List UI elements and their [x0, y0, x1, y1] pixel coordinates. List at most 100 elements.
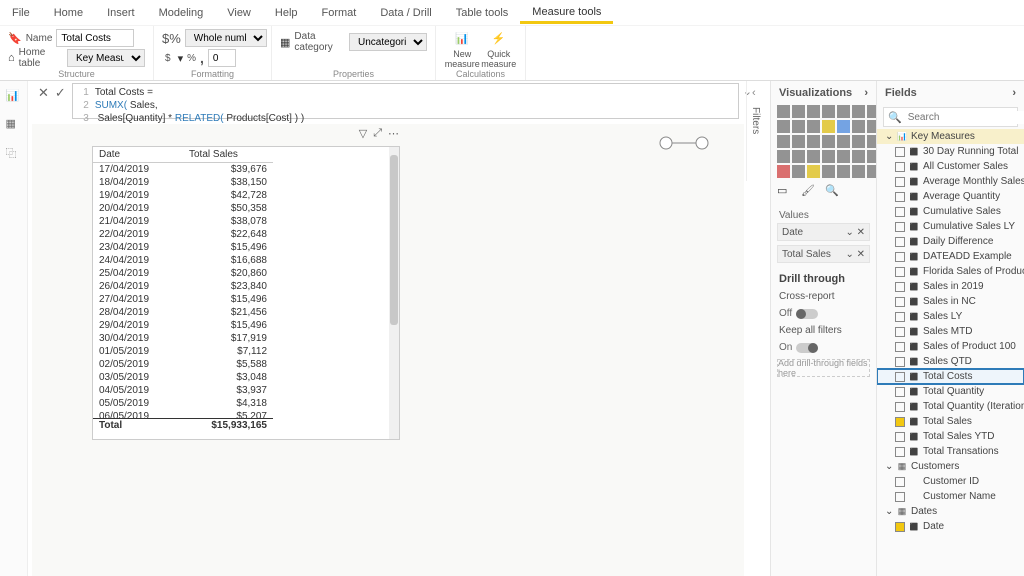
viz-type-icon[interactable]	[822, 165, 835, 178]
table-scrollbar[interactable]	[389, 147, 399, 439]
cross-report-toggle[interactable]: Off	[771, 306, 876, 321]
checkbox[interactable]	[895, 282, 905, 292]
chevron-right-icon[interactable]: ›	[1012, 87, 1016, 99]
checkbox[interactable]	[895, 447, 905, 457]
viz-type-icon[interactable]	[837, 165, 850, 178]
field-group-dates[interactable]: ⌄Dates	[877, 504, 1024, 519]
table-visual[interactable]: ▽ ⤢ ⋯ Date Total Sales 17/04/2019$39,676…	[92, 146, 400, 440]
well-total-sales[interactable]: Total Sales⌄ ✕	[777, 245, 870, 263]
menu-format[interactable]: Format	[310, 2, 369, 24]
table-row[interactable]: 05/05/2019$4,318	[93, 397, 273, 410]
field-average-monthly-sales[interactable]: Average Monthly Sales	[877, 174, 1024, 189]
table-row[interactable]: 18/04/2019$38,150	[93, 176, 273, 189]
field-customer-name[interactable]: Customer Name	[877, 489, 1024, 504]
field-all-customer-sales[interactable]: All Customer Sales	[877, 159, 1024, 174]
viz-type-icon[interactable]	[852, 105, 865, 118]
viz-type-icon[interactable]	[792, 120, 805, 133]
checkbox[interactable]	[895, 177, 905, 187]
percent-btn[interactable]: %	[187, 53, 196, 64]
keep-filters-toggle[interactable]: On	[771, 340, 876, 355]
field-customer-id[interactable]: Customer ID	[877, 474, 1024, 489]
viz-type-icon[interactable]	[807, 120, 820, 133]
checkbox[interactable]	[895, 237, 905, 247]
menu-help[interactable]: Help	[263, 2, 310, 24]
table-row[interactable]: 19/04/2019$42,728	[93, 189, 273, 202]
checkbox[interactable]	[895, 327, 905, 337]
field-dateadd-example[interactable]: DATEADD Example	[877, 249, 1024, 264]
viz-type-icon[interactable]	[777, 135, 790, 148]
analytics-tab-icon[interactable]: 🔍	[825, 184, 841, 200]
field-sales-ly[interactable]: Sales LY	[877, 309, 1024, 324]
viz-type-icon[interactable]	[822, 135, 835, 148]
commit-formula-icon[interactable]: ✓	[55, 85, 66, 117]
data-view-icon[interactable]: ▦	[6, 117, 22, 133]
viz-type-icon[interactable]	[792, 165, 805, 178]
table-row[interactable]: 26/04/2019$23,840	[93, 280, 273, 293]
field-sales-mtd[interactable]: Sales MTD	[877, 324, 1024, 339]
checkbox[interactable]	[895, 387, 905, 397]
viz-type-icon[interactable]	[792, 150, 805, 163]
checkbox[interactable]	[895, 492, 905, 502]
field-sales-of-product-100[interactable]: Sales of Product 100	[877, 339, 1024, 354]
viz-type-icon[interactable]	[852, 135, 865, 148]
table-row[interactable]: 21/04/2019$38,078	[93, 215, 273, 228]
viz-type-icon[interactable]	[807, 135, 820, 148]
table-row[interactable]: 03/05/2019$3,048	[93, 371, 273, 384]
field-total-quantity-iteration-[interactable]: Total Quantity (Iteration)	[877, 399, 1024, 414]
field-cumulative-sales[interactable]: Cumulative Sales	[877, 204, 1024, 219]
fields-search[interactable]: 🔍	[883, 107, 1018, 127]
checkbox[interactable]	[895, 432, 905, 442]
viz-type-icon[interactable]	[792, 135, 805, 148]
checkbox[interactable]	[895, 417, 905, 427]
field-30-day-running-total[interactable]: 30 Day Running Total	[877, 144, 1024, 159]
viz-type-icon[interactable]	[852, 150, 865, 163]
decimals-input[interactable]	[208, 49, 236, 67]
focus-mode-icon[interactable]: ⤢	[373, 127, 382, 140]
viz-type-icon[interactable]	[852, 120, 865, 133]
field-group-key-measures[interactable]: ⌄Key Measures	[877, 129, 1024, 144]
menu-modeling[interactable]: Modeling	[147, 2, 216, 24]
viz-type-icon[interactable]	[837, 150, 850, 163]
table-row[interactable]: 17/04/2019$39,676	[93, 163, 273, 176]
search-input[interactable]	[906, 111, 1024, 124]
menu-measure-tools[interactable]: Measure tools	[520, 1, 613, 24]
menu-home[interactable]: Home	[42, 2, 95, 24]
viz-type-icon[interactable]	[777, 165, 790, 178]
table-row[interactable]: 29/04/2019$15,496	[93, 319, 273, 332]
well-date[interactable]: Date⌄ ✕	[777, 223, 870, 241]
viz-type-icon[interactable]	[822, 150, 835, 163]
checkbox[interactable]	[895, 402, 905, 412]
format-tab-icon[interactable]: 🖌	[801, 184, 817, 200]
field-daily-difference[interactable]: Daily Difference	[877, 234, 1024, 249]
col-header-date[interactable]: Date	[93, 147, 183, 163]
drill-drop-zone[interactable]: Add drill-through fields here	[777, 359, 870, 377]
checkbox[interactable]	[895, 357, 905, 367]
viz-type-icon[interactable]	[837, 105, 850, 118]
field-group-customers[interactable]: ⌄Customers	[877, 459, 1024, 474]
field-total-sales-ytd[interactable]: Total Sales YTD	[877, 429, 1024, 444]
field-cumulative-sales-ly[interactable]: Cumulative Sales LY	[877, 219, 1024, 234]
slicer-visual[interactable]	[654, 134, 714, 152]
checkbox[interactable]	[895, 222, 905, 232]
viz-type-icon[interactable]	[822, 120, 835, 133]
menu-data-drill[interactable]: Data / Drill	[368, 2, 443, 24]
field-florida-sales-of-product-2-[interactable]: Florida Sales of Product 2 ...	[877, 264, 1024, 279]
more-options-icon[interactable]: ⋯	[388, 127, 399, 140]
table-row[interactable]: 04/05/2019$3,937	[93, 384, 273, 397]
menu-file[interactable]: File	[0, 2, 42, 24]
viz-type-icon[interactable]	[837, 135, 850, 148]
model-view-icon[interactable]: ⿻	[6, 145, 22, 161]
checkbox[interactable]	[895, 162, 905, 172]
field-total-transations[interactable]: Total Transations	[877, 444, 1024, 459]
viz-type-icon[interactable]	[852, 165, 865, 178]
formula-editor[interactable]: 1Total Costs = 2SUMX( Sales, 3 Sales[Qua…	[72, 83, 739, 119]
home-table-select[interactable]: Key Measures	[67, 49, 145, 67]
table-row[interactable]: 20/04/2019$50,358	[93, 202, 273, 215]
checkbox[interactable]	[895, 477, 905, 487]
measure-name-input[interactable]	[56, 29, 134, 47]
field-total-quantity[interactable]: Total Quantity	[877, 384, 1024, 399]
checkbox[interactable]	[895, 252, 905, 262]
quick-measure-button[interactable]: ⚡ Quick measure	[481, 28, 518, 70]
table-row[interactable]: 06/05/2019$5,207	[93, 410, 273, 418]
report-canvas[interactable]: ▽ ⤢ ⋯ Date Total Sales 17/04/2019$39,676…	[32, 124, 744, 576]
